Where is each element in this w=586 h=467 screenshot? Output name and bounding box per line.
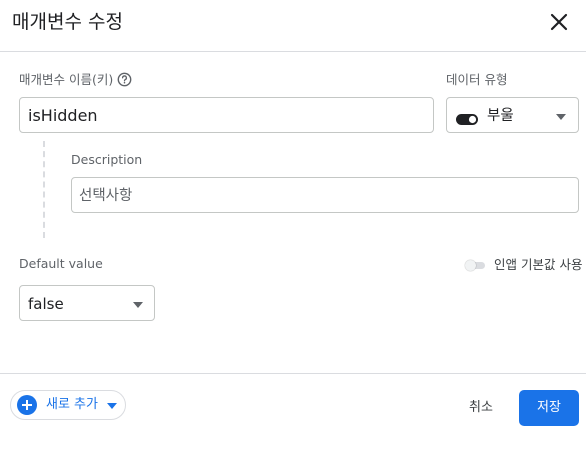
in-app-default-toggle[interactable] — [465, 260, 487, 271]
param-name-input[interactable]: isHidden — [19, 97, 434, 133]
param-name-label: 매개변수 이름(키) — [19, 72, 114, 87]
default-value-label: Default value — [19, 256, 103, 271]
param-name-value: isHidden — [28, 106, 98, 125]
param-name-label-row: 매개변수 이름(키) — [19, 72, 132, 91]
save-button[interactable]: 저장 — [519, 390, 579, 426]
data-type-label: 데이터 유형 — [446, 72, 508, 87]
toggle-knob — [465, 260, 476, 271]
in-app-default-label: 인앱 기본값 사용 — [494, 257, 583, 272]
chevron-down-icon — [556, 114, 566, 120]
chevron-down-icon — [107, 403, 117, 409]
dialog-title: 매개변수 수정 — [12, 11, 123, 33]
help-circle-icon[interactable] — [117, 72, 132, 91]
add-new-label: 새로 추가 — [46, 397, 98, 412]
nesting-divider — [43, 141, 45, 238]
data-type-value: 부울 — [487, 108, 514, 124]
cancel-button[interactable]: 취소 — [460, 391, 502, 425]
default-value-value: false — [28, 295, 64, 313]
default-value-select[interactable]: false — [19, 285, 155, 321]
description-input[interactable]: 선택사항 — [71, 177, 579, 213]
add-new-button[interactable]: 새로 추가 — [10, 390, 126, 420]
chevron-down-icon — [133, 302, 143, 308]
footer-divider — [0, 373, 586, 374]
add-circle-icon — [17, 395, 37, 415]
data-type-select[interactable]: 부울 — [446, 97, 579, 133]
description-placeholder: 선택사항 — [79, 188, 133, 204]
description-label: Description — [71, 152, 143, 167]
dialog-header: 매개변수 수정 — [0, 0, 586, 52]
close-icon[interactable] — [546, 9, 572, 35]
toggle-icon — [456, 110, 478, 129]
